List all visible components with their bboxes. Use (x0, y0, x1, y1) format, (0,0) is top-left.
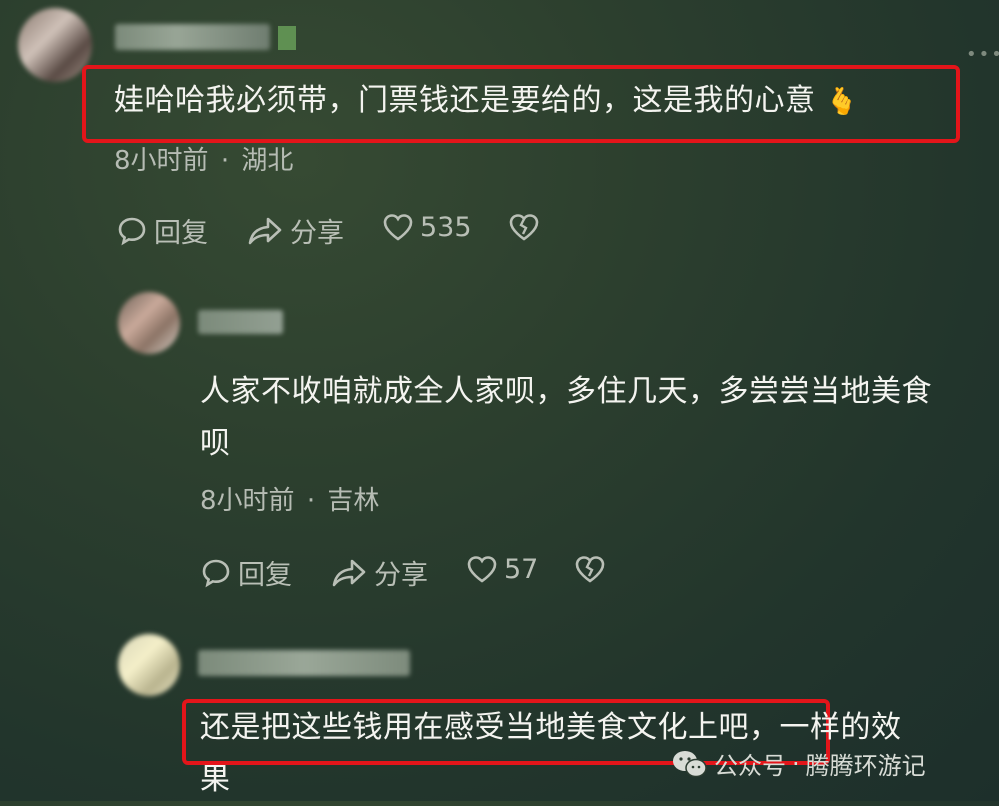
watermark: 公众号 · 腾腾环游记 (672, 746, 926, 781)
comment-text: 娃哈哈我必须带，门票钱还是要给的，这是我的心意 🫰 (114, 83, 859, 118)
dislike-button[interactable] (508, 211, 546, 243)
more-options-icon[interactable]: ••• (966, 44, 999, 65)
username[interactable] (115, 24, 270, 50)
finger-heart-icon: 🫰 (825, 87, 859, 117)
heart-icon (467, 556, 497, 583)
comment-location: 湖北 (241, 146, 294, 176)
comment-meta: 8小时前 · 湖北 (114, 146, 294, 176)
like-count: 57 (504, 553, 539, 585)
comment-time: 8小时前 (114, 146, 209, 176)
username[interactable] (198, 310, 283, 334)
dislike-button[interactable] (574, 553, 612, 585)
reply-button[interactable]: 回复 (116, 211, 208, 250)
heart-icon (383, 214, 413, 241)
reply-icon (118, 217, 146, 245)
wechat-icon (673, 750, 707, 777)
broken-heart-icon (575, 556, 605, 583)
like-button[interactable]: 535 (382, 211, 472, 243)
comment-meta: 8小时前 · 吉林 (200, 486, 380, 516)
avatar[interactable] (118, 634, 180, 696)
avatar[interactable] (118, 292, 180, 354)
username[interactable] (198, 650, 410, 676)
like-button[interactable]: 57 (466, 553, 538, 585)
share-icon (248, 217, 282, 244)
avatar[interactable] (18, 8, 92, 82)
comment-location: 吉林 (327, 486, 380, 516)
like-count: 535 (420, 211, 472, 243)
broken-heart-icon (509, 214, 539, 241)
share-icon (332, 559, 366, 586)
comment-text: 人家不收咱就成全人家呗，多住几天，多尝尝当地美食 呗 (200, 374, 932, 461)
share-button[interactable]: 分享 (246, 211, 344, 250)
reply-button[interactable]: 回复 (200, 553, 292, 592)
comment-time: 8小时前 (200, 486, 295, 516)
username-badge (278, 26, 296, 50)
reply-icon (202, 559, 230, 587)
share-button[interactable]: 分享 (330, 553, 428, 592)
